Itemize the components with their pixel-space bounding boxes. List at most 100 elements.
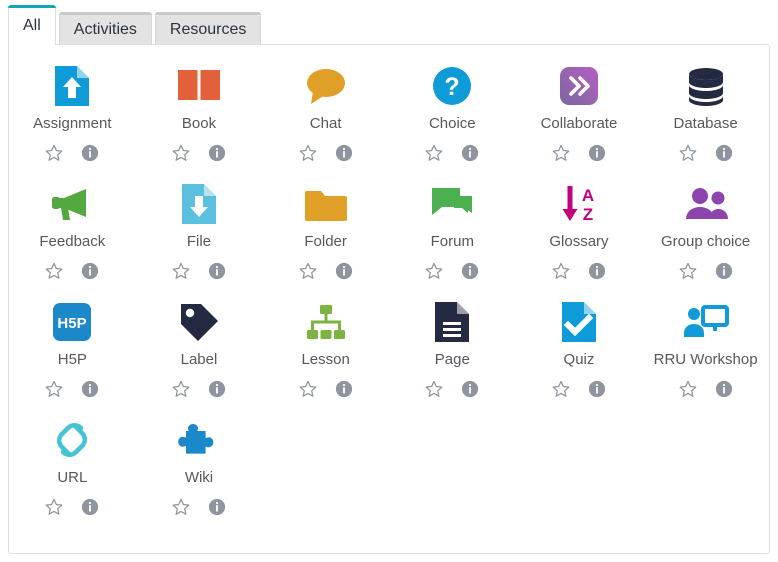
activity-label[interactable]: File [187,233,211,251]
star-outline-icon[interactable] [299,144,317,162]
info-circle-icon[interactable] [335,262,353,280]
url-icon[interactable] [51,417,93,463]
star-outline-icon[interactable] [299,380,317,398]
activity-label[interactable]: Folder [304,233,347,251]
star-outline-icon[interactable] [299,262,317,280]
star-outline-icon[interactable] [45,498,63,516]
star-outline-icon[interactable] [172,498,190,516]
glossary-icon[interactable]: AZ [557,181,601,227]
activity-label[interactable]: Feedback [39,233,105,251]
tab-resources-label: Resources [169,21,247,38]
activity-label[interactable]: Wiki [185,469,213,487]
chat-icon[interactable] [304,63,348,109]
activity-label[interactable]: Assignment [33,115,111,133]
tab-all[interactable]: All [8,5,56,45]
activity-label[interactable]: Label [181,351,218,369]
activity-card-lesson: Lesson [262,291,389,409]
activity-actions [679,262,733,280]
wiki-icon[interactable] [178,417,220,463]
tab-activities[interactable]: Activities [58,12,153,45]
info-circle-icon[interactable] [81,144,99,162]
choice-icon[interactable]: ? [431,63,473,109]
star-outline-icon[interactable] [425,262,443,280]
forum-icon[interactable] [430,181,474,227]
info-circle-icon[interactable] [715,380,733,398]
activity-card-h5p: H5P H5P [9,291,136,409]
star-outline-icon[interactable] [552,262,570,280]
rru-workshop-icon[interactable] [683,299,729,345]
info-circle-icon[interactable] [208,144,226,162]
activity-label[interactable]: H5P [58,351,87,369]
info-circle-icon[interactable] [81,262,99,280]
info-circle-icon[interactable] [588,262,606,280]
info-circle-icon[interactable] [208,498,226,516]
svg-text:?: ? [445,73,460,101]
activity-card-assignment: Assignment [9,55,136,173]
activity-label[interactable]: Lesson [301,351,349,369]
label-icon[interactable] [178,299,220,345]
activity-label[interactable]: Group choice [661,233,750,251]
quiz-icon[interactable] [559,299,599,345]
info-circle-icon[interactable] [588,144,606,162]
info-circle-icon[interactable] [81,380,99,398]
star-outline-icon[interactable] [425,380,443,398]
activity-label[interactable]: Chat [310,115,342,133]
info-circle-icon[interactable] [715,144,733,162]
activity-actions [552,262,606,280]
info-circle-icon[interactable] [461,144,479,162]
tab-activities-label: Activities [73,21,137,38]
folder-icon[interactable] [304,181,348,227]
activity-card-file: File [136,173,263,291]
activity-label[interactable]: RRU Workshop [654,351,758,369]
activity-actions [679,144,733,162]
activity-grid: Assignment Book Chat? Choice Collaborate Data… [9,55,769,527]
star-outline-icon[interactable] [45,380,63,398]
lesson-icon[interactable] [304,299,348,345]
book-icon[interactable] [176,63,222,109]
star-outline-icon[interactable] [552,144,570,162]
activity-actions [552,144,606,162]
star-outline-icon[interactable] [679,144,697,162]
group-choice-icon[interactable] [683,181,729,227]
star-outline-icon[interactable] [679,262,697,280]
file-icon[interactable] [179,181,219,227]
info-circle-icon[interactable] [335,144,353,162]
star-outline-icon[interactable] [45,144,63,162]
collaborate-icon[interactable] [558,63,600,109]
assignment-icon[interactable] [52,63,92,109]
star-outline-icon[interactable] [172,262,190,280]
activity-label[interactable]: Database [674,115,738,133]
activity-card-database: Database [642,55,769,173]
tab-resources[interactable]: Resources [154,12,262,45]
info-circle-icon[interactable] [335,380,353,398]
star-outline-icon[interactable] [172,144,190,162]
database-icon[interactable] [685,63,727,109]
info-circle-icon[interactable] [715,262,733,280]
star-outline-icon[interactable] [45,262,63,280]
activity-label[interactable]: Book [182,115,216,133]
star-outline-icon[interactable] [679,380,697,398]
star-outline-icon[interactable] [425,144,443,162]
star-outline-icon[interactable] [552,380,570,398]
activity-label[interactable]: Page [435,351,470,369]
activity-label[interactable]: Collaborate [541,115,618,133]
activity-card-wiki: Wiki [136,409,263,527]
page-icon[interactable] [432,299,472,345]
svg-text:H5P: H5P [58,315,87,332]
star-outline-icon[interactable] [172,380,190,398]
activity-label[interactable]: Choice [429,115,476,133]
info-circle-icon[interactable] [81,498,99,516]
activity-label[interactable]: URL [57,469,87,487]
info-circle-icon[interactable] [461,380,479,398]
activity-card-chat: Chat [262,55,389,173]
feedback-icon[interactable] [50,181,94,227]
activity-label[interactable]: Glossary [549,233,608,251]
activity-label[interactable]: Forum [431,233,474,251]
info-circle-icon[interactable] [588,380,606,398]
activity-label[interactable]: Quiz [564,351,595,369]
info-circle-icon[interactable] [208,262,226,280]
activity-card-url: URL [9,409,136,527]
info-circle-icon[interactable] [461,262,479,280]
info-circle-icon[interactable] [208,380,226,398]
h5p-icon[interactable]: H5P [51,299,93,345]
